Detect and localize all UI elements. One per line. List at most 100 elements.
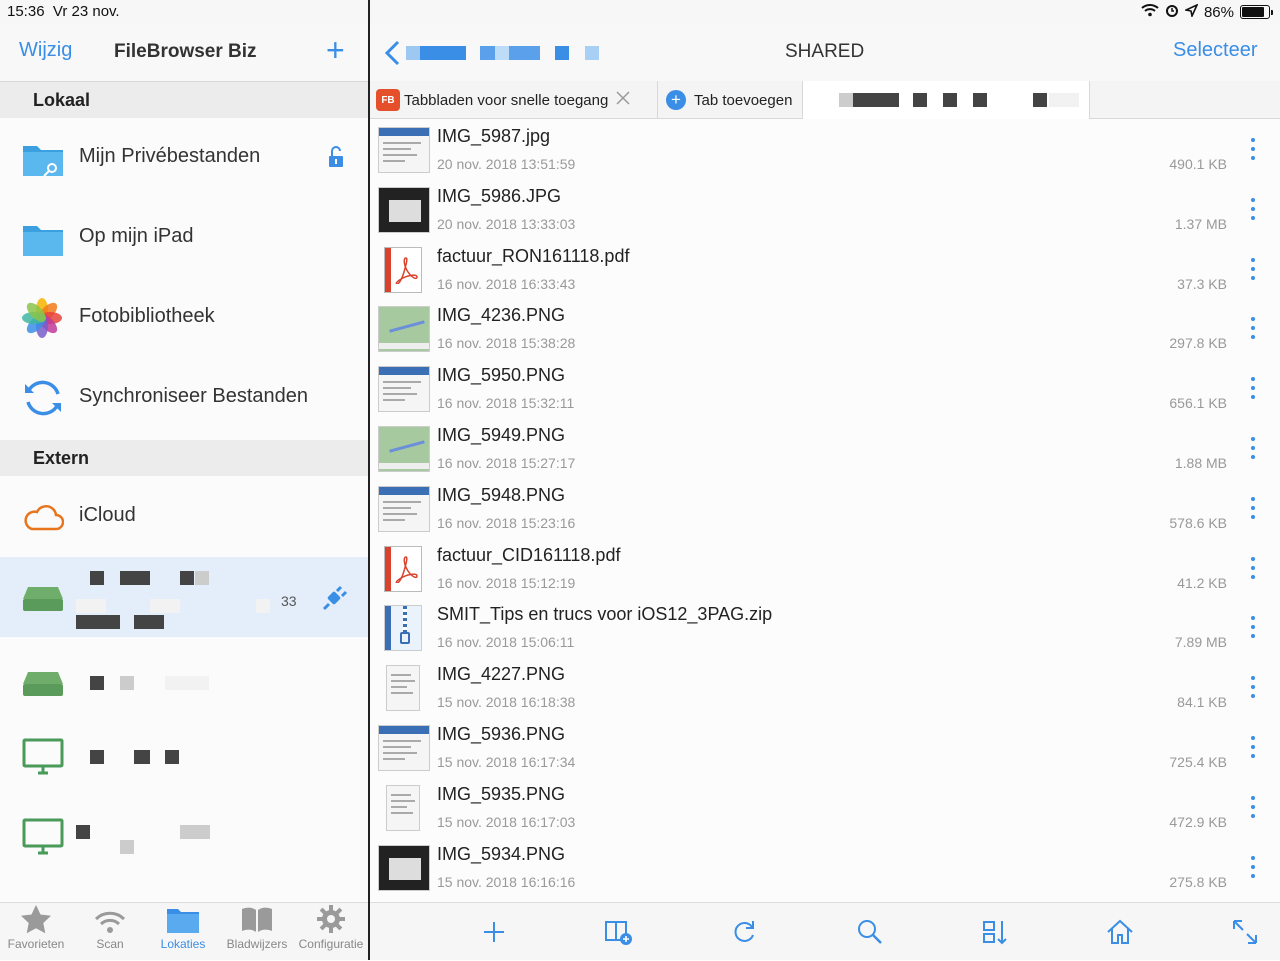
file-row[interactable]: IMG_4236.PNG 16 nov. 2018 15:38:28 297.8 K…: [370, 299, 1280, 359]
file-row[interactable]: IMG_5950.PNG 16 nov. 2018 15:32:11 656.1 K…: [370, 359, 1280, 419]
add-circle-icon: +: [666, 90, 686, 110]
refresh-icon[interactable]: [730, 917, 760, 947]
file-name: SMIT_Tips en trucs voor iOS12_3PAG.zip: [437, 604, 773, 625]
tab-label: Tabbladen voor snelle toegang: [404, 91, 609, 109]
file-row[interactable]: IMG_5936.PNG 15 nov. 2018 16:17:34 725.4 K…: [370, 718, 1280, 778]
more-options-icon[interactable]: [1250, 197, 1256, 224]
search-icon[interactable]: [855, 917, 885, 947]
monitor-icon: [22, 817, 64, 857]
file-date: 16 nov. 2018 15:12:19: [437, 574, 576, 591]
file-size: 275.8 KB: [1169, 873, 1227, 890]
connected-plug-icon[interactable]: [320, 585, 348, 618]
location-label: Op mijn iPad: [79, 225, 194, 247]
tab-bookmarks[interactable]: Bladwijzers: [222, 903, 292, 961]
edit-button[interactable]: Wijzig: [19, 39, 72, 62]
file-date: 15 nov. 2018 16:17:34: [437, 754, 576, 770]
tab-label: Scan: [96, 937, 124, 951]
tab-favorites[interactable]: Favorieten: [1, 903, 71, 961]
file-size: 472.9 KB: [1169, 813, 1227, 830]
add-tab-button[interactable]: + Tab toevoegen: [658, 81, 803, 119]
file-row[interactable]: IMG_5949.PNG 16 nov. 2018 15:27:17 1.88 MB: [370, 419, 1280, 479]
file-name: IMG_5936.PNG: [437, 724, 566, 744]
more-options-icon[interactable]: [1250, 257, 1256, 284]
file-name: IMG_5987.jpg: [437, 126, 551, 146]
tab-scan[interactable]: Scan: [75, 903, 145, 961]
tab-label: Tab toevoegen: [694, 91, 793, 109]
more-options-icon[interactable]: [1250, 377, 1256, 403]
new-tab-icon[interactable]: [604, 917, 634, 947]
file-navbar: SHARED Selecteer: [370, 24, 1280, 82]
more-options-icon[interactable]: [1250, 676, 1256, 702]
file-size: 7.89 MB: [1174, 634, 1227, 651]
file-row[interactable]: factuur_CID161118.pdf 16 nov. 2018 15:12:…: [370, 539, 1280, 599]
select-button[interactable]: Selecteer: [1173, 39, 1258, 62]
file-date: 16 nov. 2018 15:32:11: [437, 395, 575, 412]
image-thumbnail: [386, 784, 420, 831]
file-date: 20 nov. 2018 13:33:03: [437, 215, 576, 232]
status-time: 15:36 Vr 23 nov.: [7, 3, 120, 20]
tab-configuration[interactable]: Configuratie: [296, 903, 366, 961]
more-options-icon[interactable]: [1250, 795, 1256, 822]
location-drive-2[interactable]: [0, 642, 368, 722]
tab-redacted[interactable]: [803, 81, 1090, 119]
tab-quick-access[interactable]: FB Tabbladen voor snelle toegang: [370, 81, 658, 119]
sidebar: Wijzig FileBrowser Biz + Lokaal Mijn Pri…: [0, 24, 368, 960]
location-icloud[interactable]: iCloud: [0, 477, 368, 557]
expand-icon[interactable]: [1230, 917, 1260, 947]
file-date: 15 nov. 2018 16:18:38: [437, 694, 576, 711]
file-row[interactable]: IMG_5987.jpg 20 nov. 2018 13:51:59 490.1 K…: [370, 120, 1280, 180]
more-options-icon[interactable]: [1250, 437, 1256, 463]
zip-file-icon: [384, 605, 422, 652]
more-options-icon[interactable]: [1250, 616, 1256, 642]
more-options-icon[interactable]: [1250, 736, 1256, 762]
file-list: IMG_5987.jpg 20 nov. 2018 13:51:59 490.1 K…: [370, 120, 1280, 903]
location-private-files[interactable]: Mijn Privébestanden: [0, 118, 368, 198]
folder-icon: [166, 906, 200, 937]
file-size: 84.1 KB: [1177, 694, 1227, 711]
wifi-icon: [1141, 3, 1159, 21]
image-thumbnail: [378, 186, 430, 233]
file-row[interactable]: IMG_4227.PNG 15 nov. 2018 16:18:38 84.1 KB: [370, 658, 1280, 718]
location-label: Synchroniseer Bestanden: [79, 385, 309, 407]
more-options-icon[interactable]: [1250, 556, 1256, 583]
file-date: 20 nov. 2018 13:51:59: [437, 156, 576, 172]
home-icon[interactable]: [1105, 917, 1135, 947]
file-size: 1.88 MB: [1174, 455, 1227, 471]
tab-locations[interactable]: Lokaties: [148, 903, 218, 961]
image-thumbnail: [378, 366, 430, 413]
location-network-drive-selected[interactable]: 33: [0, 557, 368, 637]
location-computer-2[interactable]: [0, 797, 368, 877]
bottom-toolbar: [370, 902, 1280, 960]
image-thumbnail: [378, 127, 430, 173]
file-row[interactable]: IMG_5948.PNG 16 nov. 2018 15:23:16 578.6 K…: [370, 479, 1280, 539]
battery-percentage: 86%: [1203, 3, 1234, 21]
file-date: 16 nov. 2018 16:33:43: [437, 275, 576, 292]
folder-title: SHARED: [785, 41, 865, 62]
file-row[interactable]: factuur_RON161118.pdf 16 nov. 2018 16:33:…: [370, 240, 1280, 300]
unlock-icon[interactable]: [326, 145, 346, 174]
sort-icon[interactable]: [980, 917, 1010, 947]
back-chevron-icon[interactable]: [384, 40, 400, 71]
sync-icon: [22, 378, 64, 418]
app-title: FileBrowser Biz: [114, 41, 257, 62]
gear-icon: [316, 904, 346, 937]
more-options-icon[interactable]: [1250, 317, 1256, 343]
file-row[interactable]: IMG_5934.PNG 15 nov. 2018 16:16:16 275.8 K…: [370, 838, 1280, 898]
location-photo-library[interactable]: Fotobibliotheek: [0, 278, 368, 358]
add-location-button[interactable]: +: [326, 32, 345, 69]
pdf-file-icon: [384, 246, 422, 293]
file-row[interactable]: IMG_5986.JPG 20 nov. 2018 13:33:03 1.37 MB: [370, 180, 1280, 240]
close-icon[interactable]: [616, 91, 630, 109]
more-options-icon[interactable]: [1250, 855, 1256, 882]
location-computer-1[interactable]: [0, 717, 368, 797]
more-options-icon[interactable]: [1250, 496, 1256, 523]
file-row[interactable]: IMG_5935.PNG 15 nov. 2018 16:17:03 472.9 K…: [370, 778, 1280, 838]
private-folder-icon: [22, 138, 64, 178]
more-options-icon[interactable]: [1250, 138, 1256, 164]
tab-label: Lokaties: [160, 937, 206, 951]
location-sync-files[interactable]: Synchroniseer Bestanden: [0, 358, 368, 438]
file-row[interactable]: SMIT_Tips en trucs voor iOS12_3PAG.zip 16…: [370, 598, 1280, 658]
location-on-ipad[interactable]: Op mijn iPad: [0, 198, 368, 278]
add-icon[interactable]: [479, 917, 509, 947]
image-thumbnail: [378, 426, 430, 472]
